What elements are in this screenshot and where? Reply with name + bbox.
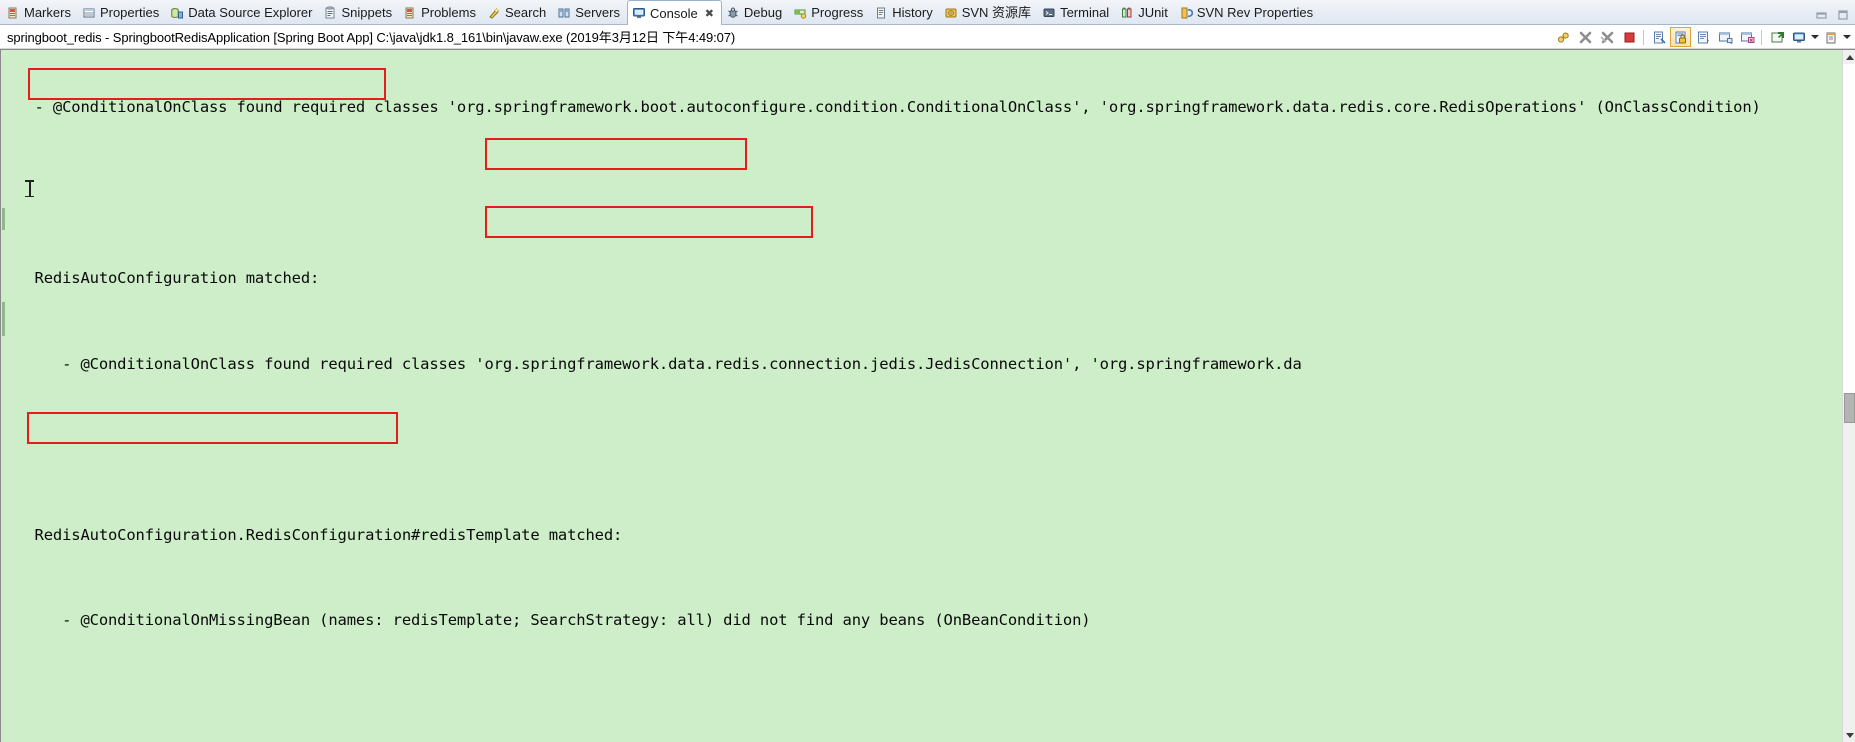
open-console-menu[interactable] <box>1842 28 1851 46</box>
toolbar-separator-1 <box>1643 29 1644 45</box>
sidebar-item-history[interactable]: History <box>870 1 939 24</box>
history-icon <box>874 6 888 20</box>
clear-console-icon <box>1652 30 1666 44</box>
clear-console-button[interactable] <box>1648 27 1669 47</box>
sidebar-item-progress[interactable]: Progress <box>789 1 870 24</box>
sidebar-item-label: Data Source Explorer <box>188 5 313 20</box>
sidebar-item-svn-repository[interactable]: SVN 资源库 <box>940 1 1038 24</box>
console-toolbar <box>1552 26 1851 48</box>
gutter-mark <box>2 302 5 336</box>
sidebar-item-junit[interactable]: JUnit <box>1116 1 1175 24</box>
display-selected-console-button[interactable] <box>1788 27 1809 47</box>
open-console-button[interactable] <box>1820 27 1841 47</box>
markers-icon <box>6 6 20 20</box>
scroll-lock-icon <box>1674 30 1688 44</box>
scrollbar-track-upper[interactable] <box>1843 64 1855 393</box>
remove-launch-button[interactable] <box>1574 27 1595 47</box>
terminate-all-icon <box>1556 30 1570 44</box>
sidebar-item-properties[interactable]: Properties <box>78 1 166 24</box>
progress-icon <box>793 6 807 20</box>
scroll-up-arrow-icon[interactable] <box>1843 50 1855 64</box>
display-console-icon <box>1792 30 1806 44</box>
tab-label: Console <box>650 5 698 21</box>
scrollbar-thumb[interactable] <box>1844 393 1855 423</box>
log-line: - @ConditionalOnClass found required cla… <box>7 98 1761 116</box>
terminate-button[interactable] <box>1618 27 1639 47</box>
sidebar-item-label: Properties <box>99 5 160 20</box>
sidebar-item-servers[interactable]: Servers <box>553 1 627 24</box>
view-window-controls <box>1816 8 1849 20</box>
console-vertical-scrollbar[interactable] <box>1842 50 1855 742</box>
console-output-panel[interactable]: - @ConditionalOnClass found required cla… <box>0 49 1855 742</box>
sidebar-item-label: History <box>892 5 933 20</box>
sidebar-item-label: SVN Rev Properties <box>1196 5 1314 20</box>
remove-launch-icon <box>1578 30 1592 44</box>
svn-rev-props-icon <box>1179 6 1193 20</box>
scroll-down-arrow-icon[interactable] <box>1843 728 1855 742</box>
show-on-output-icon <box>1718 30 1732 45</box>
sidebar-item-label: JUnit <box>1138 5 1168 20</box>
sidebar-item-markers[interactable]: Markers <box>2 1 78 24</box>
pin-console-icon <box>1770 30 1784 44</box>
junit-icon <box>1120 6 1134 20</box>
terminate-all-button[interactable] <box>1552 27 1573 47</box>
debug-icon <box>726 6 740 20</box>
properties-icon <box>82 6 96 20</box>
sidebar-item-label: Progress <box>811 5 864 20</box>
sidebar-item-data-source-explorer[interactable]: Data Source Explorer <box>166 1 319 24</box>
log-line: RedisAutoConfiguration.RedisConfiguratio… <box>7 525 623 544</box>
show-on-error-icon <box>1740 30 1754 44</box>
sidebar-item-label: SVN 资源库 <box>961 5 1032 20</box>
pin-console-button[interactable] <box>1766 27 1787 47</box>
close-icon[interactable]: ✖ <box>705 7 714 20</box>
servers-icon <box>557 6 571 20</box>
sidebar-item-label: Servers <box>575 5 620 20</box>
open-console-icon <box>1824 30 1838 44</box>
console-title: springboot_redis - SpringbootRedisApplic… <box>7 30 736 45</box>
show-console-on-output-button[interactable] <box>1714 27 1735 47</box>
remove-all-launches-button[interactable] <box>1596 27 1617 47</box>
sidebar-item-label: Debug <box>743 5 783 20</box>
toolbar-separator-2 <box>1761 29 1762 45</box>
console-text-area[interactable]: - @ConditionalOnClass found required cla… <box>1 50 1842 742</box>
word-wrap-icon <box>1696 30 1710 44</box>
svn-repo-icon <box>944 6 958 20</box>
console-title-row: springboot_redis - SpringbootRedisApplic… <box>0 25 1855 49</box>
datasource-icon <box>170 6 184 20</box>
gutter-mark <box>2 208 5 230</box>
sidebar-item-snippets[interactable]: Snippets <box>319 1 399 24</box>
console-icon <box>632 6 646 20</box>
show-console-on-error-button[interactable] <box>1736 27 1757 47</box>
word-wrap-button[interactable] <box>1692 27 1713 47</box>
sidebar-item-label: Terminal <box>1060 5 1110 20</box>
sidebar-item-label: Search <box>505 5 547 20</box>
snippets-icon <box>323 6 337 20</box>
log-line: - @ConditionalOnMissingBean (names: redi… <box>7 611 1091 629</box>
log-line: - @ConditionalOnClass found required cla… <box>7 354 1302 373</box>
maximize-view-icon[interactable] <box>1837 8 1849 20</box>
sidebar-item-svn-rev-properties[interactable]: SVN Rev Properties <box>1175 1 1320 24</box>
restore-view-icon[interactable] <box>1816 8 1828 20</box>
remove-all-launches-icon <box>1599 30 1614 44</box>
terminal-icon <box>1042 6 1056 20</box>
sidebar-item-label: Snippets <box>341 5 393 20</box>
log-line: RedisAutoConfiguration matched: <box>7 269 320 287</box>
view-tab-bar: Markers Properties Data Source Explorer … <box>0 0 1855 25</box>
sidebar-item-label: Problems <box>421 5 476 20</box>
sidebar-item-problems[interactable]: Problems <box>399 1 483 24</box>
terminate-stop-icon <box>1622 30 1636 44</box>
sidebar-item-search[interactable]: Search <box>483 1 553 24</box>
tab-console[interactable]: Console ✖ <box>627 0 722 25</box>
scroll-lock-button[interactable] <box>1670 27 1691 47</box>
sidebar-item-label: Markers <box>24 5 71 20</box>
display-selected-console-menu[interactable] <box>1810 28 1819 46</box>
sidebar-item-debug[interactable]: Debug <box>722 1 789 24</box>
problems-icon <box>403 6 417 20</box>
console-log-text: - @ConditionalOnClass found required cla… <box>7 50 1761 742</box>
search-icon <box>487 6 501 20</box>
sidebar-item-terminal[interactable]: Terminal <box>1038 1 1116 24</box>
